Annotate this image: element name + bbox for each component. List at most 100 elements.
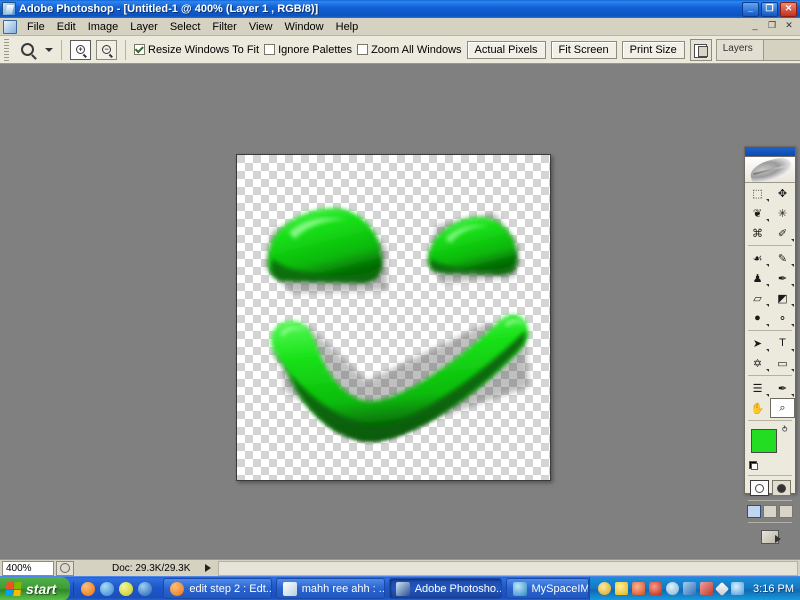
options-separator-2 xyxy=(125,40,126,60)
healing-brush-tool[interactable]: ☙ xyxy=(745,248,770,268)
taskbar-item-mahh-ree-ahh[interactable]: mahh ree ahh : ... xyxy=(276,578,385,599)
history-brush-tool[interactable]: ✒ xyxy=(770,268,795,288)
ie-quicklaunch-icon[interactable] xyxy=(138,582,152,596)
menu-item-edit[interactable]: Edit xyxy=(51,20,82,34)
gradient-tool[interactable]: ◩ xyxy=(770,288,795,308)
eraser-tool[interactable]: ▱ xyxy=(745,288,770,308)
image-canvas[interactable] xyxy=(236,154,551,481)
menu-item-help[interactable]: Help xyxy=(330,20,365,34)
document-close-button[interactable]: ✕ xyxy=(782,20,796,33)
standard-screen-mode[interactable] xyxy=(747,505,761,518)
menu-item-select[interactable]: Select xyxy=(164,20,207,34)
accessibility-tray-icon[interactable] xyxy=(598,582,611,595)
foreground-color-swatch[interactable] xyxy=(751,429,777,453)
browser-quicklaunch-icon[interactable] xyxy=(100,582,114,596)
messenger-tray-icon[interactable] xyxy=(666,582,679,595)
taskbar-item-edit-step-2[interactable]: edit step 2 : Edt... xyxy=(163,578,271,599)
volume-tray-icon[interactable] xyxy=(649,582,662,595)
update-tray-icon[interactable] xyxy=(700,582,713,595)
start-button[interactable]: start xyxy=(0,577,70,600)
document-restore-button[interactable]: ❐ xyxy=(765,20,779,33)
full-screen-with-menubar-mode[interactable] xyxy=(763,505,777,518)
menu-item-image[interactable]: Image xyxy=(82,20,125,34)
myspaceim-icon xyxy=(513,582,527,596)
zoom-tool[interactable]: ⌕ xyxy=(770,398,795,418)
zoom-level-field[interactable]: 400% xyxy=(2,561,54,576)
crop-tool[interactable]: ⌘ xyxy=(745,223,770,243)
taskbar-item-adobe-photoshop[interactable]: Adobe Photosho... xyxy=(389,578,502,599)
magic-wand-tool[interactable]: ✳ xyxy=(770,203,795,223)
eyedropper-tool[interactable]: ✒ xyxy=(770,378,795,398)
status-preview-button[interactable] xyxy=(56,561,74,576)
menu-item-layer[interactable]: Layer xyxy=(124,20,164,34)
zoom-all-windows-label: Zoom All Windows xyxy=(371,44,461,56)
full-screen-mode[interactable] xyxy=(779,505,793,518)
zoom-out-button[interactable]: − xyxy=(96,40,117,60)
toolbox-divider-4 xyxy=(748,420,792,421)
close-button[interactable]: ✕ xyxy=(780,2,797,17)
dodge-tool[interactable]: ⚬ xyxy=(770,308,795,328)
marquee-tool[interactable]: ⬚ xyxy=(745,183,770,203)
resize-windows-to-fit-checkbox[interactable]: Resize Windows To Fit xyxy=(134,44,259,56)
type-tool[interactable]: T xyxy=(770,333,795,353)
zoom-in-button[interactable]: + xyxy=(70,40,91,60)
chevron-down-icon[interactable] xyxy=(45,48,53,52)
document-icon[interactable] xyxy=(3,20,17,34)
standard-mode-icon xyxy=(755,484,764,493)
status-menu-arrow[interactable] xyxy=(202,561,214,575)
taskbar-item-myspaceim[interactable]: MySpaceIM xyxy=(506,578,590,599)
shape-tool[interactable]: ▭ xyxy=(770,353,795,373)
palette-tab-layers[interactable]: Layers xyxy=(717,40,764,60)
document-minimize-button[interactable]: _ xyxy=(748,20,762,33)
menu-item-view[interactable]: View xyxy=(243,20,279,34)
application-title-bar[interactable]: Adobe Photoshop - [Untitled-1 @ 400% (La… xyxy=(0,0,800,18)
print-size-button[interactable]: Print Size xyxy=(622,41,685,59)
menu-item-window[interactable]: Window xyxy=(279,20,330,34)
stamp-tool[interactable]: ♟ xyxy=(745,268,770,288)
path-selection-tool[interactable]: ➤ xyxy=(745,333,770,353)
jump-to-imageready-button[interactable] xyxy=(745,525,795,549)
blur-tool-icon: ● xyxy=(754,312,761,324)
swap-colors-icon[interactable]: ⥁ xyxy=(782,425,791,434)
palette-well-dock[interactable]: Layers xyxy=(716,39,800,61)
fit-screen-button[interactable]: Fit Screen xyxy=(551,41,617,59)
menu-item-filter[interactable]: Filter xyxy=(206,20,242,34)
standard-mode-button[interactable] xyxy=(750,480,769,496)
file-browser-icon[interactable] xyxy=(690,39,712,61)
zoom-all-windows-checkbox[interactable]: Zoom All Windows xyxy=(357,44,461,56)
system-tray: 3:16 PM xyxy=(589,577,800,600)
options-bar-grip[interactable] xyxy=(4,39,9,61)
ignore-palettes-checkbox[interactable]: Ignore Palettes xyxy=(264,44,352,56)
color-swatches: ⥁ xyxy=(745,423,795,473)
shape-tool-icon: ▭ xyxy=(777,357,787,370)
firefox-quicklaunch-icon[interactable] xyxy=(81,582,95,596)
media-quicklaunch-icon[interactable] xyxy=(119,582,133,596)
pen-tray-icon[interactable] xyxy=(715,581,729,595)
blur-tool[interactable]: ● xyxy=(745,308,770,328)
taskbar-clock[interactable]: 3:16 PM xyxy=(753,583,794,595)
pen-tool[interactable]: ✡ xyxy=(745,353,770,373)
lasso-tool[interactable]: ❦ xyxy=(745,203,770,223)
toolbox-divider-1 xyxy=(748,245,792,246)
brush-tool[interactable]: ✎ xyxy=(770,248,795,268)
notes-tool[interactable]: ☰ xyxy=(745,378,770,398)
minimize-button[interactable]: _ xyxy=(742,2,759,17)
document-window-controls: _ ❐ ✕ xyxy=(748,20,800,33)
checkbox-icon xyxy=(357,44,368,55)
tool-options-bar: + − Resize Windows To Fit Ignore Palette… xyxy=(0,36,800,64)
quick-mask-mode-button[interactable] xyxy=(772,480,791,496)
actual-pixels-button[interactable]: Actual Pixels xyxy=(467,41,546,59)
toolbox-palette[interactable]: ⬚ ✥ ❦ ✳ ⌘ ✐ ☙ ✎ ♟ ✒ ▱ ◩ ● ⚬ ➤ T ✡ ▭ ☰ xyxy=(744,146,796,494)
menu-item-file[interactable]: File xyxy=(21,20,51,34)
network-tray-icon[interactable] xyxy=(632,582,645,595)
hand-tool[interactable]: ✋ xyxy=(745,398,770,418)
maximize-button[interactable]: ❐ xyxy=(761,2,778,17)
slice-tool[interactable]: ✐ xyxy=(770,223,795,243)
zoom-out-icon: − xyxy=(102,45,111,54)
move-tool[interactable]: ✥ xyxy=(770,183,795,203)
default-colors-icon[interactable] xyxy=(749,461,758,470)
toolbox-title-bar[interactable] xyxy=(745,147,795,157)
sparkle-tray-icon[interactable] xyxy=(731,582,744,595)
security-shield-tray-icon[interactable] xyxy=(615,582,628,595)
display-tray-icon[interactable] xyxy=(683,582,696,595)
